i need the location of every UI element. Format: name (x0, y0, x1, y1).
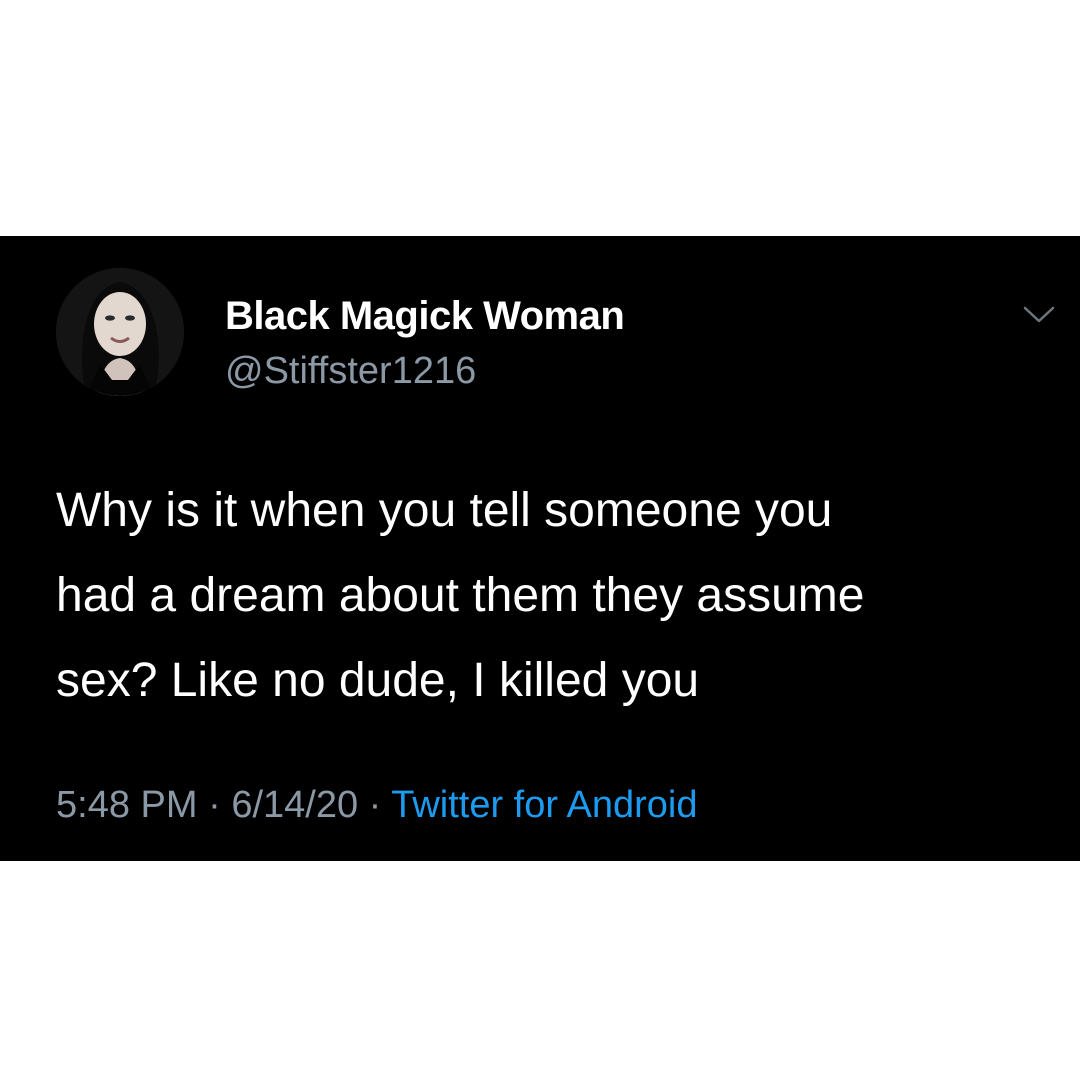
meta-separator: · (368, 784, 382, 826)
author-display-name[interactable]: Black Magick Woman (225, 294, 625, 339)
tweet-text-line: had a dream about them they assume (56, 569, 865, 622)
tweet-time[interactable]: 5:48 PM (56, 784, 198, 826)
chevron-down-icon[interactable] (1022, 304, 1056, 326)
tweet-card: Black Magick Woman @Stiffster1216 Why is… (0, 236, 1080, 861)
author-handle[interactable]: @Stiffster1216 (225, 350, 476, 393)
avatar[interactable] (56, 268, 184, 396)
tweet-meta: 5:48 PM · 6/14/20 · Twitter for Android (56, 784, 697, 827)
tweet-text-line: sex? Like no dude, I killed you (56, 654, 700, 707)
meta-separator: · (208, 784, 221, 826)
tweet-text: Why is it when you tell someone you had … (56, 468, 1056, 723)
tweet-date[interactable]: 6/14/20 (231, 784, 358, 826)
tweet-text-line: Why is it when you tell someone you (56, 484, 833, 537)
tweet-source-link[interactable]: Twitter for Android (391, 784, 697, 826)
avatar-photo (56, 268, 184, 396)
